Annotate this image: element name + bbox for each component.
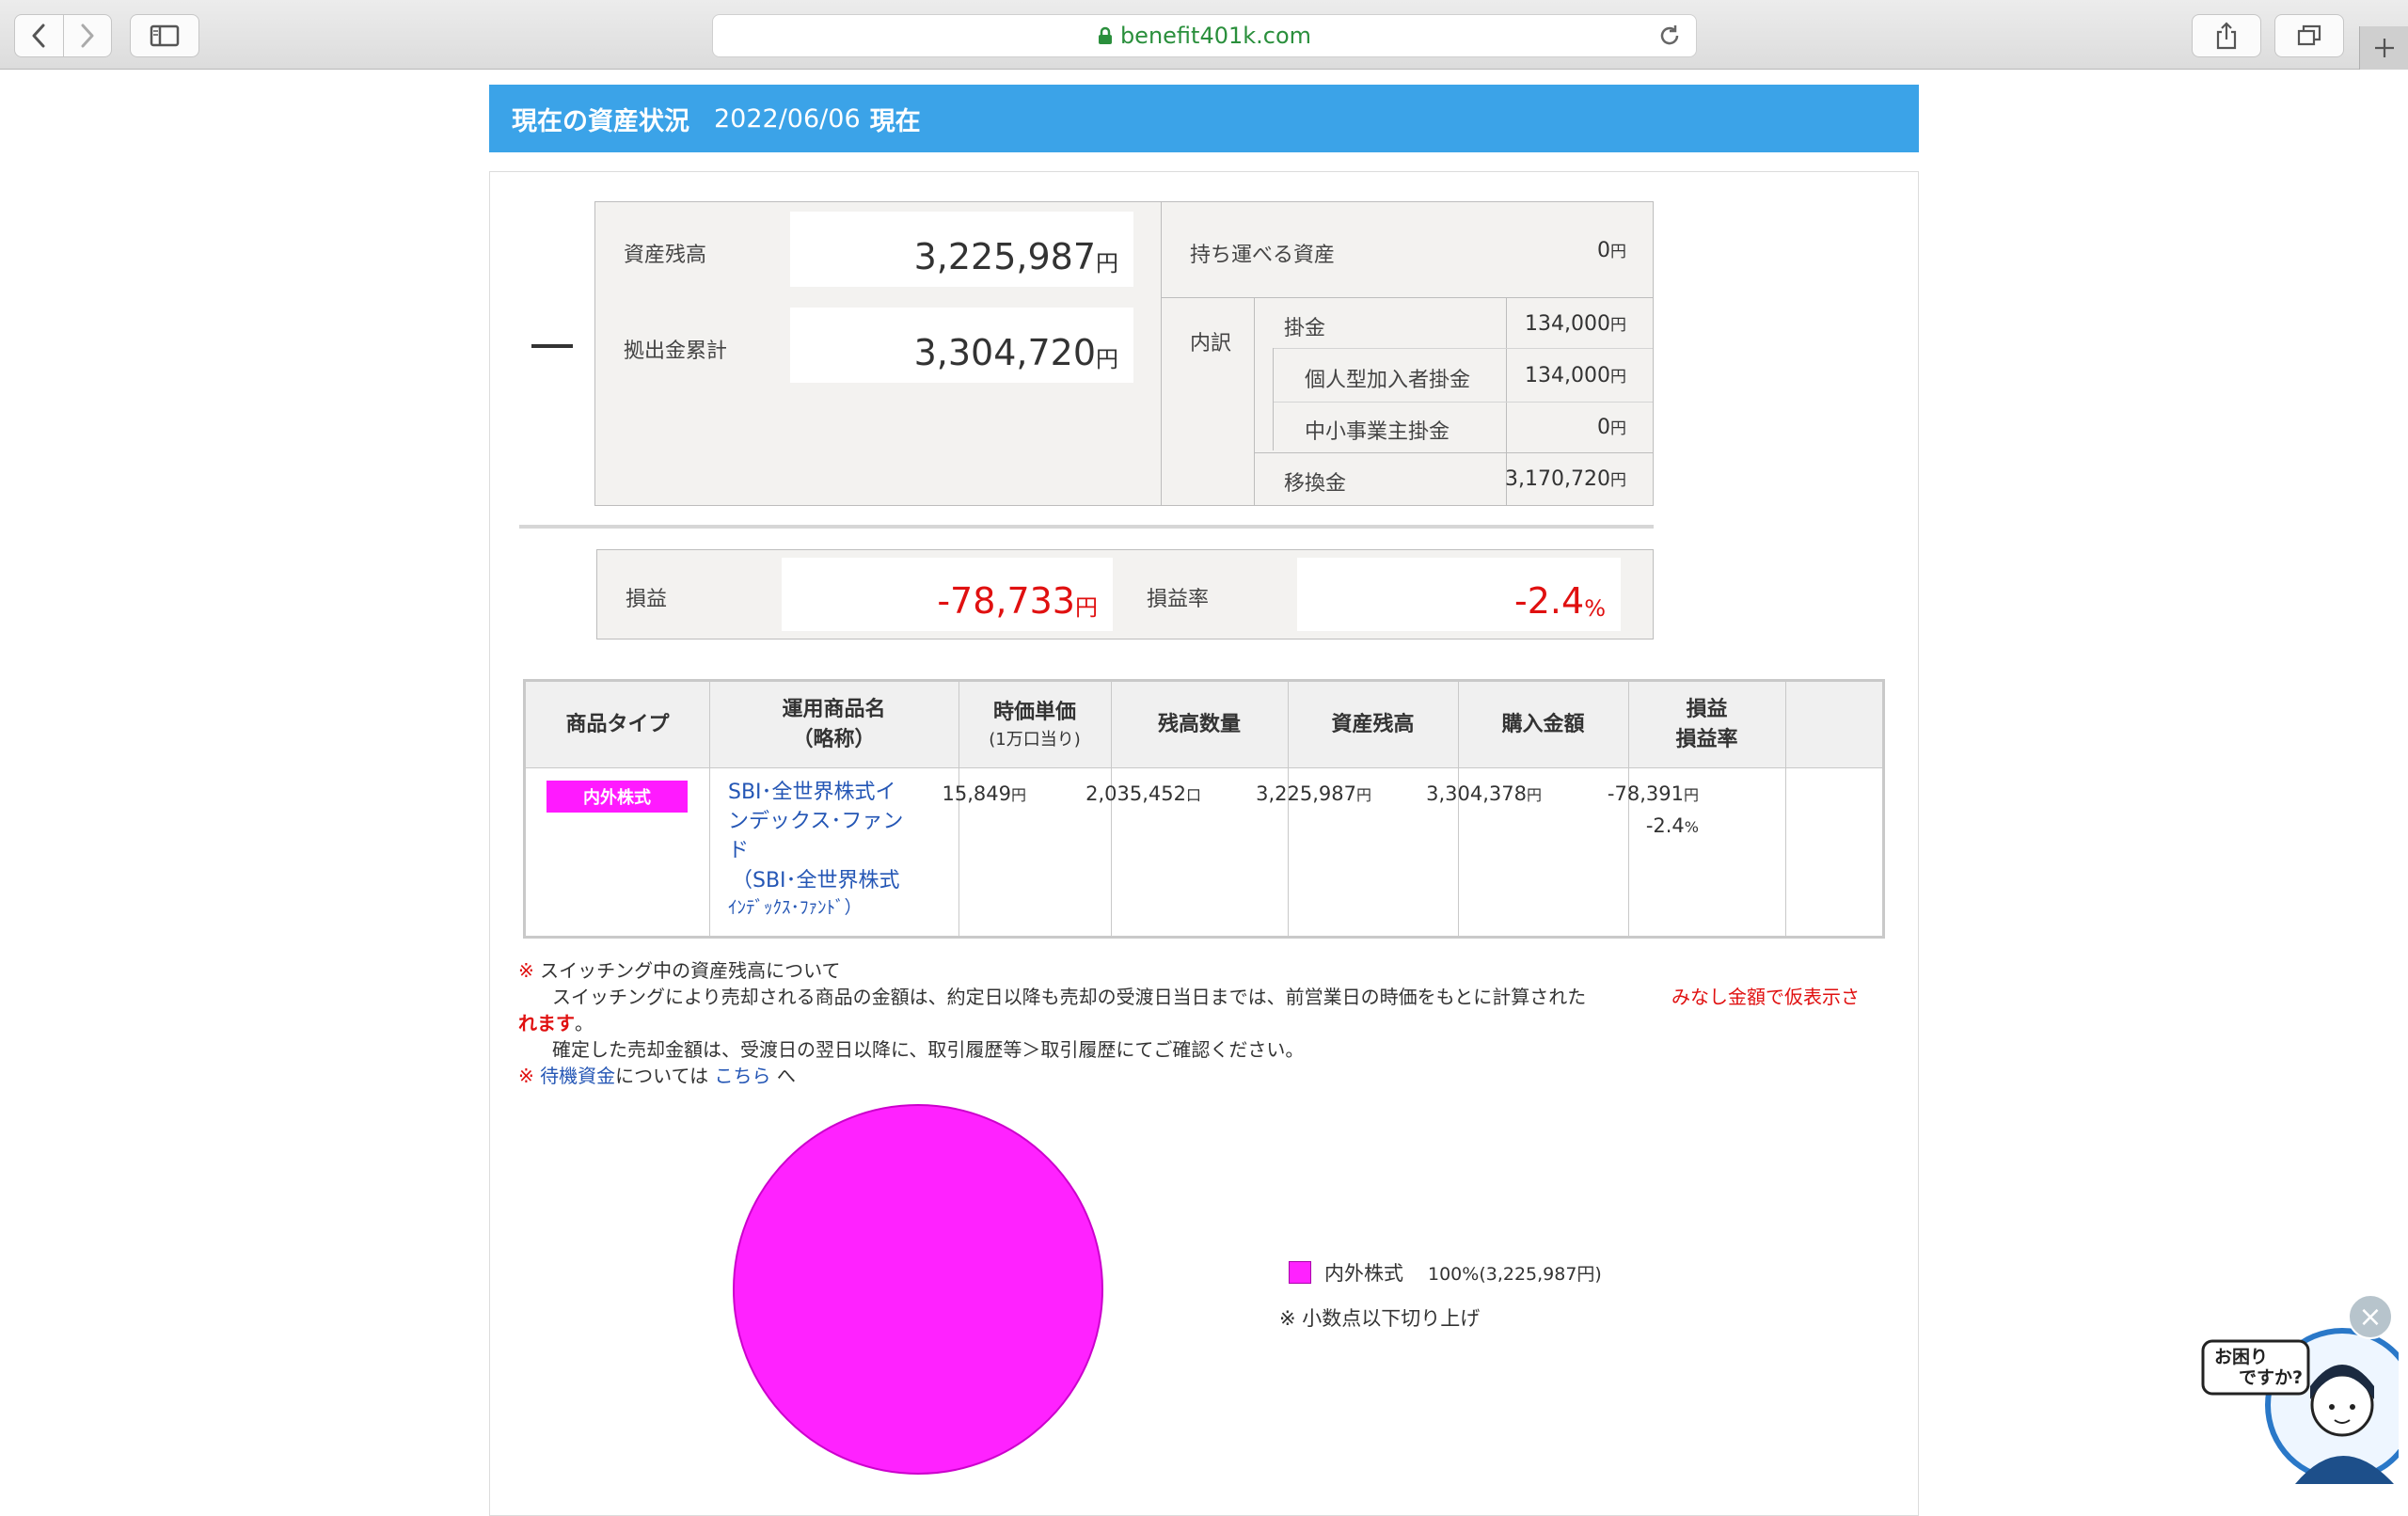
employer-value: 0円 bbox=[1597, 416, 1626, 439]
contrib-value: 3,304,720 円 bbox=[790, 308, 1133, 383]
lock-icon bbox=[1098, 26, 1112, 44]
col-type: 商品タイプ bbox=[565, 713, 670, 737]
help-widget[interactable]: お困り ですか? bbox=[2201, 1315, 2408, 1484]
profit-loss-summary: 損益 -78,733 円 損益率 -2.4% bbox=[596, 549, 1654, 640]
nav-buttons bbox=[14, 14, 112, 57]
chart-footnote: ※ 小数点以下切り上げ bbox=[1279, 1307, 1481, 1330]
pl-rate-cell: -2.4% bbox=[1645, 814, 1699, 837]
chart-legend: 内外株式 100%(3,225,987円) bbox=[1289, 1258, 1602, 1287]
standby-link[interactable]: 待機資金 bbox=[540, 1065, 615, 1087]
portable-label: 持ち運べる資産 bbox=[1190, 244, 1336, 267]
share-button[interactable] bbox=[2192, 14, 2261, 57]
tab-overview-button[interactable] bbox=[2274, 14, 2344, 57]
here-link[interactable]: こちら bbox=[714, 1065, 770, 1087]
note-confirmed: 確定した売却金額は、受渡日の翌日以降に、取引履歴等＞取引履歴にてご確認ください。 bbox=[552, 1038, 1305, 1061]
title-text: 現在の資産状況 bbox=[512, 106, 689, 136]
quantity-value: 2,035,452口 bbox=[1085, 782, 1201, 805]
pl-value: -78,733 円 bbox=[782, 558, 1113, 631]
transfer-value: 3,170,720円 bbox=[1505, 467, 1626, 491]
kakekin-value: 134,000円 bbox=[1525, 312, 1626, 336]
contrib-label: 拠出金累計 bbox=[624, 340, 728, 363]
minus-sign bbox=[531, 344, 573, 348]
tabs-icon bbox=[2297, 24, 2321, 46]
type-badge: 内外株式 bbox=[547, 781, 688, 813]
allocation-pie-chart bbox=[733, 1104, 1103, 1475]
col-name: 運用商品名 （略称） bbox=[782, 698, 886, 751]
sidebar-button[interactable] bbox=[130, 14, 199, 57]
note-switching-body: スイッチングにより売却される商品の金額は、約定日以降も売却の受渡日当日までは、前… bbox=[552, 986, 1860, 1008]
note-switching-end: れます。 bbox=[518, 1012, 594, 1034]
forward-button[interactable] bbox=[62, 15, 111, 56]
balance-cell: 3,225,987円 bbox=[1256, 782, 1371, 805]
back-button[interactable] bbox=[15, 15, 63, 56]
col-quantity: 残高数量 bbox=[1157, 713, 1241, 737]
legend-swatch bbox=[1289, 1261, 1311, 1284]
as-of-suffix: 現在 bbox=[869, 106, 921, 136]
employer-label: 中小事業主掛金 bbox=[1305, 420, 1450, 444]
price-value: 15,849円 bbox=[942, 782, 1027, 805]
col-purchase: 購入金額 bbox=[1501, 713, 1585, 737]
legend-label: 内外株式 bbox=[1324, 1262, 1403, 1285]
help-text: お困り ですか? bbox=[2214, 1347, 2304, 1388]
col-balance: 資産残高 bbox=[1331, 713, 1415, 737]
col-pl: 損益 損益率 bbox=[1675, 698, 1738, 751]
kakekin-label: 掛金 bbox=[1284, 317, 1326, 340]
breakdown-label: 内訳 bbox=[1190, 332, 1232, 355]
divider bbox=[519, 525, 1654, 529]
pl-cell: -78,391円 bbox=[1607, 782, 1699, 805]
close-icon[interactable]: × bbox=[2348, 1294, 2393, 1339]
transfer-label: 移換金 bbox=[1284, 472, 1347, 496]
fund-name-link[interactable]: SBI･全世界株式イ ンデックス･ファン ド （SBI･全世界株式 ｲﾝﾃﾞｯｸ… bbox=[728, 778, 954, 921]
note-switching-title: ※ スイッチング中の資産残高について bbox=[518, 959, 841, 982]
sidebar-icon bbox=[150, 24, 180, 47]
pie-slice-内外株式 bbox=[733, 1104, 1103, 1475]
pl-rate-value: -2.4% bbox=[1297, 558, 1621, 631]
balance-value: 3,225,987 円 bbox=[790, 212, 1133, 287]
asset-summary: 資産残高 3,225,987 円 拠出金累計 3,304,720 円 持ち運べる資産… bbox=[594, 201, 1654, 506]
personal-value: 134,000円 bbox=[1525, 364, 1626, 387]
notes: ※ スイッチング中の資産残高について スイッチングにより売却される商品の金額は、… bbox=[518, 957, 1882, 1089]
pl-label: 損益 bbox=[626, 588, 668, 611]
address-bar[interactable]: benefit401k.com bbox=[712, 14, 1697, 57]
note-standby: ※ 待機資金については こちら へ bbox=[518, 1065, 796, 1087]
col-price: 時価単価 (1万口当り) bbox=[989, 701, 1081, 750]
legend-detail: 100%(3,225,987円) bbox=[1428, 1263, 1602, 1285]
holdings-table: 商品タイプ 運用商品名 （略称） 時価単価 (1万口当り) 残高数量 資産残高 購入… bbox=[523, 679, 1885, 939]
new-tab-button[interactable] bbox=[2359, 26, 2408, 70]
plus-icon bbox=[2374, 39, 2394, 57]
reload-icon[interactable] bbox=[1656, 23, 1683, 49]
as-of-date: 2022/06/06 bbox=[714, 103, 861, 134]
help-avatar-icon bbox=[2201, 1328, 2408, 1484]
browser-toolbar: benefit401k.com bbox=[0, 0, 2408, 70]
share-icon bbox=[2216, 22, 2237, 50]
chevron-right-icon bbox=[81, 24, 94, 48]
balance-label: 資産残高 bbox=[624, 244, 707, 267]
pl-rate-label: 損益率 bbox=[1147, 588, 1210, 611]
purchase-cell: 3,304,378円 bbox=[1426, 782, 1542, 805]
portable-value: 0円 bbox=[1597, 239, 1626, 262]
page-title: 現在の資産状況 2022/06/06 現在 bbox=[489, 85, 1919, 152]
chevron-left-icon bbox=[32, 24, 45, 48]
personal-label: 個人型加入者掛金 bbox=[1305, 369, 1471, 392]
url-text: benefit401k.com bbox=[1119, 23, 1312, 49]
